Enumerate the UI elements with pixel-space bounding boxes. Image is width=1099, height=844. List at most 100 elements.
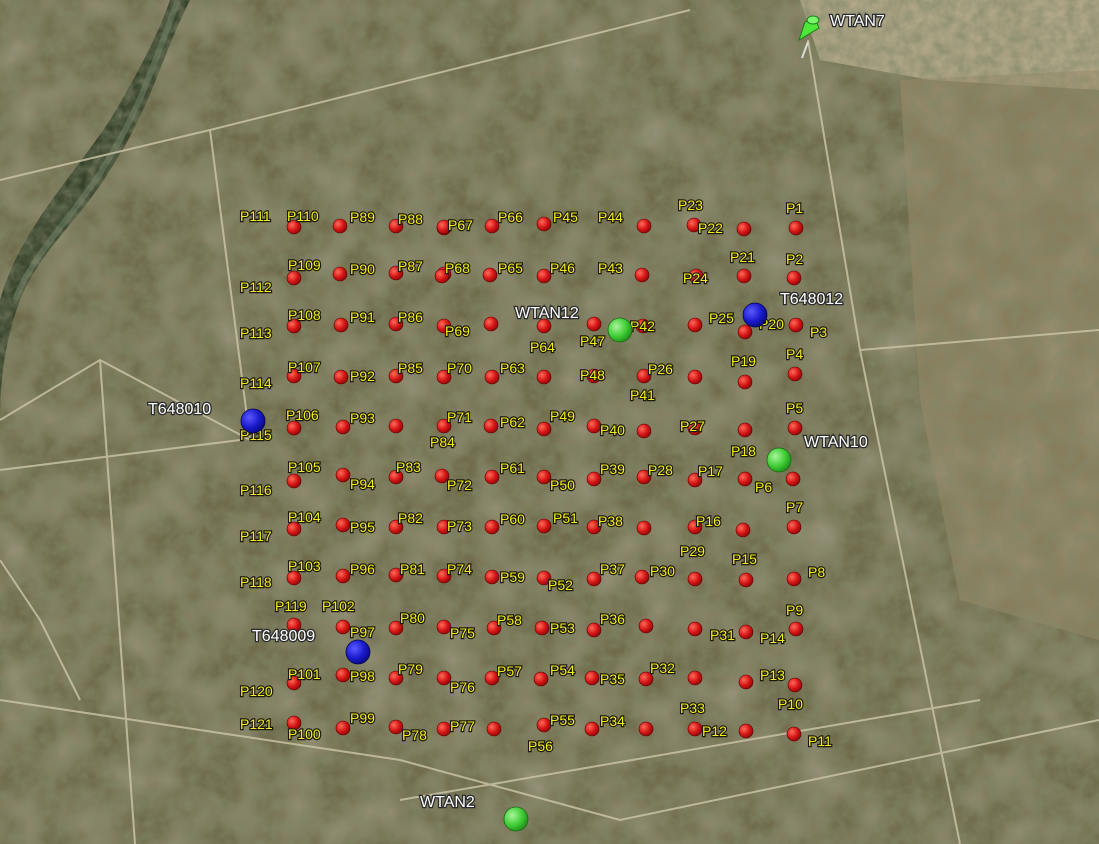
plot-marker-p36[interactable] [638,618,654,634]
plot-marker-p109[interactable] [332,266,348,282]
plot-marker-p66[interactable] [484,218,500,234]
plot-marker-p9[interactable] [788,621,804,637]
plot-marker-p112[interactable] [286,270,302,286]
plot-marker-p37[interactable] [634,569,650,585]
plot-marker-p20[interactable] [737,324,753,340]
plot-marker-p50[interactable] [586,471,602,487]
plot-marker-p79[interactable] [436,670,452,686]
plot-marker-p33[interactable] [687,721,703,737]
plot-label-p63: P63 [500,360,525,376]
plot-marker-p8[interactable] [786,571,802,587]
plot-marker-p17[interactable] [737,471,753,487]
plot-marker-p19[interactable] [737,374,753,390]
plot-marker-p115[interactable] [286,420,302,436]
plot-marker-p16[interactable] [735,522,751,538]
plot-marker-p3[interactable] [788,317,804,333]
plot-marker-p26[interactable] [687,369,703,385]
plot-label-p78: P78 [402,727,427,743]
plot-marker-p57[interactable] [533,671,549,687]
plot-marker-p60[interactable] [536,518,552,534]
plot-label-p64: P64 [530,339,555,355]
plot-marker-p4[interactable] [787,366,803,382]
plot-marker-p46[interactable] [536,268,552,284]
plot-marker-p101[interactable] [335,667,351,683]
plot-marker-p6[interactable] [785,471,801,487]
plot-marker-p5[interactable] [787,420,803,436]
plot-label-p31: P31 [710,627,735,643]
plot-marker-p69[interactable] [483,316,499,332]
plot-marker-p54[interactable] [584,670,600,686]
plot-marker-p105[interactable] [335,467,351,483]
plot-marker-p25[interactable] [687,317,703,333]
plot-label-p55: P55 [550,712,575,728]
plot-marker-p34[interactable] [638,721,654,737]
plot-marker-p2[interactable] [786,270,802,286]
plot-marker-p108[interactable] [333,317,349,333]
plot-marker-p102[interactable] [335,619,351,635]
plot-marker-p22[interactable] [736,221,752,237]
plot-marker-p52[interactable] [586,571,602,587]
plot-marker-p77[interactable] [486,721,502,737]
plot-marker-p110[interactable] [332,218,348,234]
plot-marker-p99[interactable] [388,719,404,735]
plot-marker-p49[interactable] [586,418,602,434]
satellite-map[interactable]: P1 P2 P3 P4 P5 P6 P7 P8 P9 P10 P11 P12 P13 P14 P15 P16 P… [0,0,1099,844]
plot-marker-p74[interactable] [484,569,500,585]
plot-marker-p65[interactable] [482,267,498,283]
plot-marker-p43[interactable] [634,267,650,283]
plot-marker-p30[interactable] [687,571,703,587]
plot-marker-p62[interactable] [536,421,552,437]
plot-label-p104: P104 [288,509,321,525]
plot-marker-p104[interactable] [335,517,351,533]
plot-label-p105: P105 [288,459,321,475]
plot-marker-p47[interactable] [586,316,602,332]
plot-label-p67: P67 [448,217,473,233]
plot-marker-p7[interactable] [786,519,802,535]
trap-marker-t648012[interactable] [742,302,768,328]
plot-marker-p13[interactable] [738,674,754,690]
plot-marker-p15[interactable] [738,572,754,588]
plot-marker-p1[interactable] [788,220,804,236]
plot-label-p91: P91 [350,309,375,325]
plot-marker-p53[interactable] [586,622,602,638]
plot-marker-p56[interactable] [536,717,552,733]
plot-marker-p103[interactable] [335,568,351,584]
plot-marker-p32[interactable] [687,670,703,686]
station-marker-wtan12[interactable] [607,317,633,343]
plot-marker-p116[interactable] [286,473,302,489]
plot-marker-p18[interactable] [737,422,753,438]
plot-marker-p55[interactable] [584,721,600,737]
plot-marker-p93[interactable] [388,418,404,434]
plot-marker-p72[interactable] [484,469,500,485]
plot-label-p15: P15 [732,551,757,567]
plot-marker-p21[interactable] [736,268,752,284]
plot-marker-p106[interactable] [335,419,351,435]
plot-marker-p45[interactable] [536,216,552,232]
pin-label-wtan7: WTAN7 [830,13,885,30]
station-marker-wtan2[interactable] [503,806,529,832]
plot-marker-p70[interactable] [484,369,500,385]
trap-marker-t648010[interactable] [240,408,266,434]
plot-marker-p73[interactable] [484,519,500,535]
trap-marker-t648009[interactable] [345,639,371,665]
plot-marker-p11[interactable] [786,726,802,742]
plot-marker-p31[interactable] [687,621,703,637]
plot-marker-p40[interactable] [636,423,652,439]
plot-marker-p61[interactable] [536,469,552,485]
plot-marker-p12[interactable] [738,723,754,739]
plot-label-p92: P92 [350,368,375,384]
plot-marker-p14[interactable] [738,624,754,640]
station-marker-wtan10[interactable] [766,447,792,473]
plot-marker-p80[interactable] [436,619,452,635]
plot-marker-p38[interactable] [636,520,652,536]
plot-marker-p78[interactable] [436,721,452,737]
plot-marker-p107[interactable] [333,369,349,385]
plot-marker-p100[interactable] [335,720,351,736]
plot-marker-p71[interactable] [483,418,499,434]
plot-marker-p44[interactable] [636,218,652,234]
plot-marker-p58[interactable] [534,620,550,636]
map-canvas[interactable]: P1 P2 P3 P4 P5 P6 P7 P8 P9 P10 P11 P12 P13 P14 P15 P16 P… [0,0,1099,844]
plot-label-p80: P80 [400,610,425,626]
plot-marker-p10[interactable] [787,677,803,693]
plot-marker-p63[interactable] [536,369,552,385]
